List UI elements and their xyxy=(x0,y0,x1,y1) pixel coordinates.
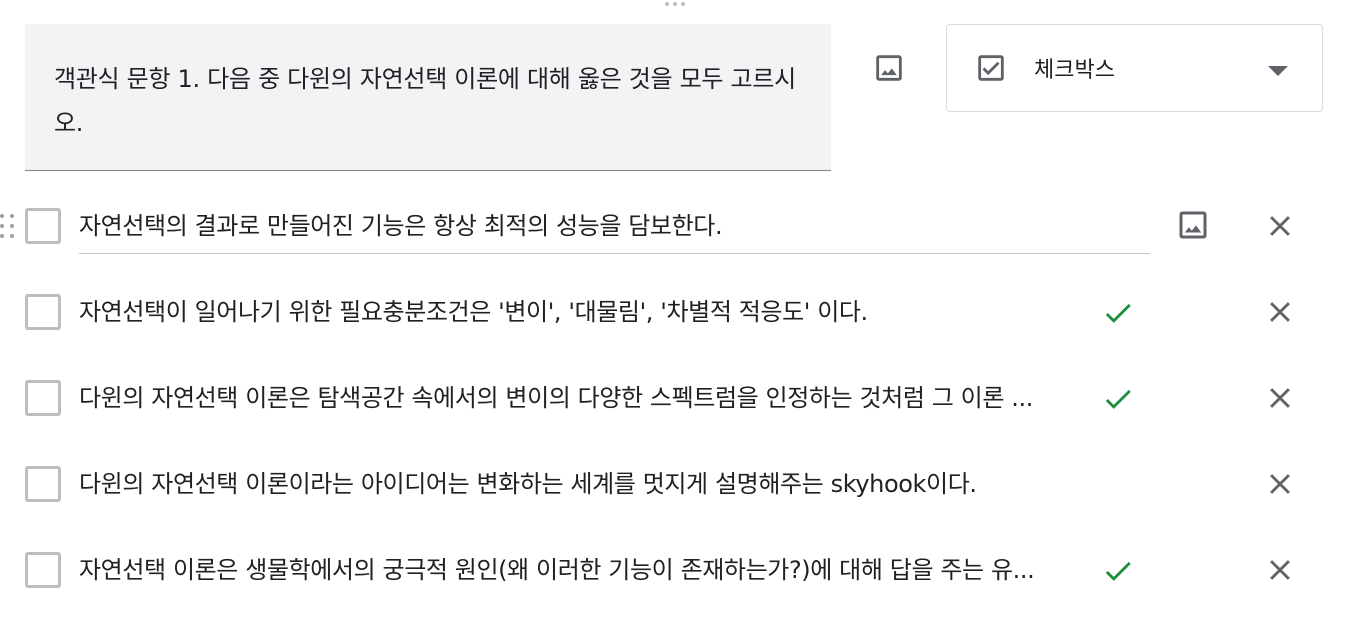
correct-answer-check-icon xyxy=(1099,296,1137,330)
close-icon xyxy=(1270,560,1290,580)
question-type-dropdown[interactable]: 체크박스 xyxy=(946,24,1323,112)
correct-answer-check-icon xyxy=(1099,554,1137,588)
option-checkbox[interactable] xyxy=(25,552,61,588)
close-icon xyxy=(1270,388,1290,408)
option-text-field[interactable]: 다윈의 자연선택 이론이라는 아이디어는 변화하는 세계를 멋지게 설명해주는 … xyxy=(79,466,1075,502)
option-text-field[interactable]: 다윈의 자연선택 이론은 탐색공간 속에서의 변이의 다양한 스펙트럼을 인정하… xyxy=(79,380,1075,416)
close-icon xyxy=(1270,474,1290,494)
image-icon xyxy=(876,55,902,81)
option-text-field[interactable]: 자연선택의 결과로 만들어진 기능은 항상 최적의 성능을 담보한다. xyxy=(79,208,1075,244)
close-icon xyxy=(1270,302,1290,322)
close-icon xyxy=(1270,216,1290,236)
option-input-underline xyxy=(79,253,1150,254)
question-title-field[interactable]: 객관식 문항 1. 다음 중 다윈의 자연선택 이론에 대해 옳은 것을 모두 … xyxy=(25,24,831,171)
image-icon xyxy=(1179,211,1207,239)
option-text-field[interactable]: 자연선택이 일어나기 위한 필요충분조건은 '변이', '대물림', '차별적 … xyxy=(79,294,1075,330)
option-checkbox[interactable] xyxy=(25,208,61,244)
option-row: 다윈의 자연선택 이론은 탐색공간 속에서의 변이의 다양한 스펙트럼을 인정하… xyxy=(0,370,1346,456)
option-checkbox[interactable] xyxy=(25,466,61,502)
question-title-text: 객관식 문항 1. 다음 중 다윈의 자연선택 이론에 대해 옳은 것을 모두 … xyxy=(54,65,796,137)
remove-option-button[interactable] xyxy=(1258,204,1302,248)
checkbox-checked-icon xyxy=(974,51,1008,85)
option-row: 다윈의 자연선택 이론이라는 아이디어는 변화하는 세계를 멋지게 설명해주는 … xyxy=(0,456,1346,542)
caret-down-icon xyxy=(1268,66,1288,76)
option-row: 자연선택 이론은 생물학에서의 궁극적 원인(왜 이러한 기능이 존재하는가?)… xyxy=(0,542,1346,618)
remove-option-button[interactable] xyxy=(1258,462,1302,506)
option-checkbox[interactable] xyxy=(25,294,61,330)
remove-option-button[interactable] xyxy=(1258,290,1302,334)
remove-option-button[interactable] xyxy=(1258,376,1302,420)
option-text-field[interactable]: 자연선택 이론은 생물학에서의 궁극적 원인(왜 이러한 기능이 존재하는가?)… xyxy=(79,552,1075,588)
option-row: 자연선택의 결과로 만들어진 기능은 항상 최적의 성능을 담보한다. xyxy=(0,198,1346,284)
remove-option-button[interactable] xyxy=(1258,548,1302,592)
option-drag-handle-icon[interactable] xyxy=(0,214,14,240)
add-question-image-button[interactable] xyxy=(869,48,909,88)
correct-answer-check-icon xyxy=(1099,382,1137,416)
add-option-image-button[interactable] xyxy=(1172,204,1214,246)
option-checkbox[interactable] xyxy=(25,380,61,416)
question-drag-handle[interactable] xyxy=(660,2,690,12)
option-row: 자연선택이 일어나기 위한 필요충분조건은 '변이', '대물림', '차별적 … xyxy=(0,284,1346,370)
question-type-label: 체크박스 xyxy=(1034,58,1115,83)
